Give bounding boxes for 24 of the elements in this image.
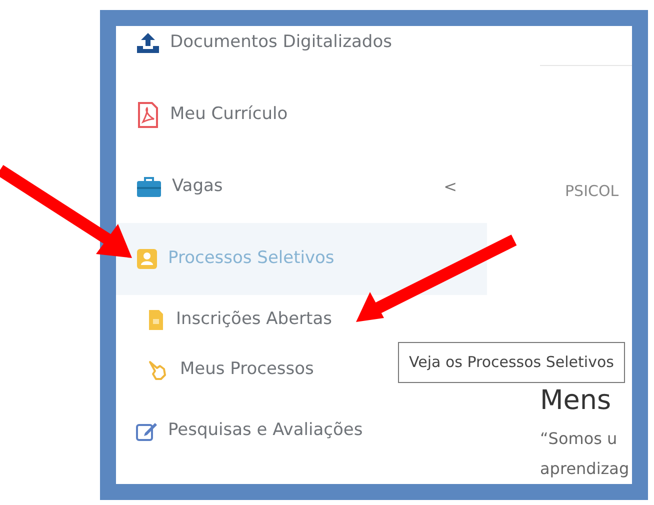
quote-paragraph: “Somos u aprendizag xyxy=(540,428,630,480)
collapse-chevron[interactable]: < xyxy=(444,175,457,199)
item-label: Vagas xyxy=(172,175,223,198)
item-label: Documentos Digitalizados xyxy=(170,31,392,54)
upload-icon xyxy=(136,32,160,54)
file-icon xyxy=(148,309,164,331)
sidebar-item[interactable]: Vagas < xyxy=(116,151,487,223)
item-label: Pesquisas e Avaliações xyxy=(168,419,363,442)
item-label: Meus Processos xyxy=(180,358,314,382)
sidebar-item[interactable]: Meu Currículo xyxy=(116,79,487,151)
briefcase-icon xyxy=(136,176,162,198)
item-label: Processos Seletivos xyxy=(168,247,334,270)
pdf-icon xyxy=(136,102,160,128)
tooltip: Veja os Processos Seletivos xyxy=(398,342,625,382)
category-label: PSICOL xyxy=(565,181,620,202)
submenu-item[interactable]: Inscrições Abertas xyxy=(116,295,487,345)
sidebar-item[interactable]: Documentos Digitalizados xyxy=(116,26,487,79)
section-heading: Mens xyxy=(540,386,612,414)
sidebar-item[interactable]: Pesquisas e Avaliações xyxy=(116,395,487,467)
item-label: Inscrições Abertas xyxy=(176,308,332,332)
pointing-hand-icon xyxy=(148,359,168,381)
item-label: Meu Currículo xyxy=(170,103,288,126)
edit-icon xyxy=(136,421,158,441)
user-icon xyxy=(136,248,158,270)
